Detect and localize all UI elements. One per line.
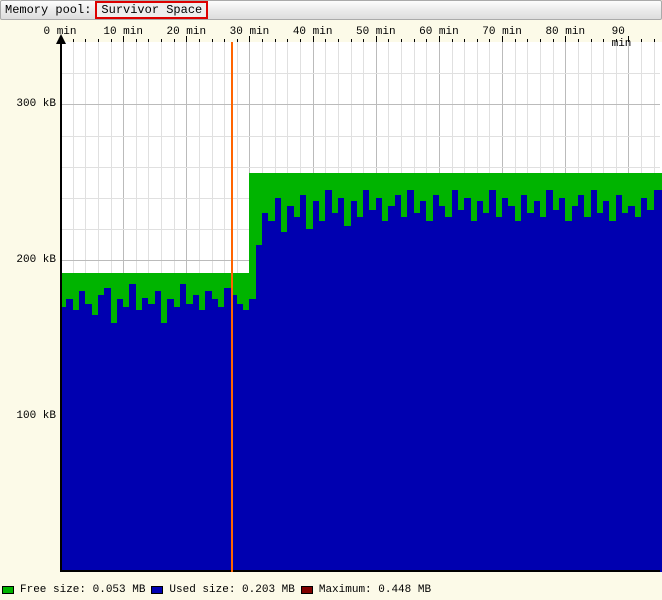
gridline-h [60,167,660,168]
x-tick [212,39,213,42]
x-tick [287,39,288,42]
x-tick [136,39,137,42]
x-tick [237,39,238,42]
x-tick [654,39,655,42]
memory-chart: 0 min 10 min 20 min 30 min 40 min 50 min 60 mi… [0,22,662,580]
x-tick [98,39,99,42]
plot-area [60,42,662,572]
used-bar [654,190,662,572]
x-tick [275,39,276,42]
x-tick [85,39,86,42]
x-tick [161,39,162,42]
x-tick [464,39,465,42]
y-axis-label: 300 kB [6,98,56,110]
used-swatch-icon [151,586,163,594]
x-tick [578,39,579,42]
x-tick [325,39,326,42]
gridline-h [60,136,660,137]
legend-max-label: Maximum: 0.448 MB [319,584,431,596]
y-axis-line [60,42,62,572]
titlebar: Memory pool: Survivor Space [0,0,662,20]
x-tick [603,39,604,42]
legend-used-label: Used size: 0.203 MB [169,584,294,596]
x-tick [148,39,149,42]
gridline-h [60,104,660,105]
x-axis-label: 80 min [545,26,585,38]
x-tick [388,39,389,42]
x-tick [111,39,112,42]
x-tick [401,39,402,42]
x-tick [351,39,352,42]
x-tick [73,39,74,42]
x-tick [363,39,364,42]
titlebar-label: Memory pool: [5,3,91,17]
legend: Free size: 0.053 MB Used size: 0.203 MB … [2,582,431,598]
x-axis-label: 60 min [419,26,459,38]
x-axis-label: 70 min [482,26,522,38]
x-tick [452,39,453,42]
x-tick [426,39,427,42]
time-cursor[interactable] [231,42,233,572]
x-tick [414,39,415,42]
x-axis-line [60,570,660,572]
x-tick [540,39,541,42]
legend-free-label: Free size: 0.053 MB [20,584,145,596]
x-tick [262,39,263,42]
x-tick [477,39,478,42]
x-axis-label: 90 min [612,26,646,50]
x-tick [300,39,301,42]
free-bar [654,173,662,190]
x-axis-label: 50 min [356,26,396,38]
x-tick [224,39,225,42]
free-swatch-icon [2,586,14,594]
x-tick [199,39,200,42]
y-axis-label: 100 kB [6,410,56,422]
titlebar-highlight: Survivor Space [95,1,208,19]
x-tick [591,39,592,42]
x-axis-label: 10 min [103,26,143,38]
x-axis-label: 30 min [230,26,270,38]
x-tick [553,39,554,42]
x-tick [515,39,516,42]
x-tick [174,39,175,42]
x-tick [338,39,339,42]
x-tick [489,39,490,42]
x-axis-label: 40 min [293,26,333,38]
max-swatch-icon [301,586,313,594]
y-axis-label: 200 kB [6,254,56,266]
gridline-h [60,73,660,74]
x-tick [527,39,528,42]
x-axis-label: 0 min [43,26,76,38]
x-axis-label: 20 min [167,26,207,38]
